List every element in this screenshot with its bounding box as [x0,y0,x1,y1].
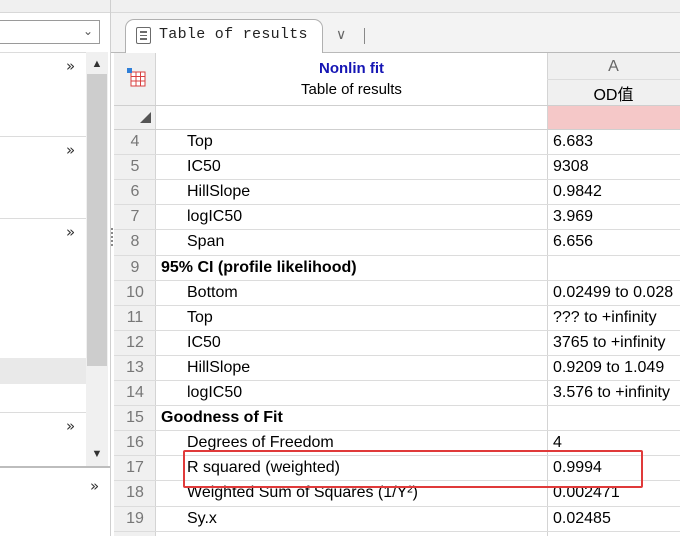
document-icon [136,27,151,44]
row-value[interactable]: 3.576 to +infinity [553,384,670,402]
double-chevron-right-icon[interactable]: » [66,57,75,75]
row-number[interactable]: 11 [114,309,156,327]
row-value[interactable]: 3765 to +infinity [553,334,666,352]
row-label[interactable]: HillSlope [187,359,250,377]
row-number[interactable]: 6 [114,183,156,201]
grid-line [547,79,680,80]
navigator-separator [0,52,86,53]
row-value[interactable]: 0.9209 to 1.049 [553,359,664,377]
row-value[interactable]: 3.969 [553,208,593,226]
row-label[interactable]: Sy.x [187,510,217,528]
column-title[interactable]: OD值 [547,81,680,105]
row-number[interactable]: 10 [114,284,156,302]
row-number[interactable]: 14 [114,384,156,402]
row-value[interactable]: 6.656 [553,233,593,251]
grid-line [114,255,680,256]
title-row [156,105,547,130]
analysis-name: Nonlin fit [319,60,384,77]
row-number[interactable]: 8 [114,233,156,251]
row-number[interactable]: 7 [114,208,156,226]
double-chevron-right-icon[interactable]: » [66,223,75,241]
grid-line [114,405,680,406]
row-number[interactable]: 15 [114,409,156,427]
row-value[interactable]: 0.02499 to 0.028 [553,284,673,302]
row-label[interactable]: logIC50 [187,208,242,226]
row-value[interactable]: 0.9842 [553,183,602,201]
row-label[interactable]: Span [187,233,224,251]
row-label[interactable]: IC50 [187,158,221,176]
scroll-up-arrow-icon[interactable]: ▲ [88,58,106,70]
chevron-down-icon: ⌄ [82,24,93,38]
select-all-corner-handle[interactable] [140,112,151,123]
grid-line [114,129,680,130]
grid-line [114,280,680,281]
row-value[interactable]: 9308 [553,158,589,176]
highlight-annotation-box [183,450,643,488]
row-label[interactable]: Top [187,133,213,151]
row-number[interactable]: 18 [114,484,156,502]
navigator-separator [0,218,86,219]
double-chevron-right-icon[interactable]: » [66,417,75,435]
row-number[interactable]: 5 [114,158,156,176]
section-header[interactable]: Goodness of Fit [161,409,283,427]
results-sheet-icon [127,68,146,87]
navigator-selected-item[interactable] [0,358,86,384]
grid-line [114,105,680,106]
grid-line [114,355,680,356]
grid-line [114,305,680,306]
navigator-toolbar-strip [0,0,110,13]
row-label[interactable]: logIC50 [187,384,242,402]
row-label[interactable]: Bottom [187,284,238,302]
row-value[interactable]: 0.02485 [553,510,611,528]
grid-line [114,229,680,230]
double-chevron-right-icon[interactable]: » [90,477,99,495]
navigator-separator [0,136,86,137]
row-number[interactable]: 4 [114,133,156,151]
chevron-down-icon[interactable]: ∨ [336,27,346,43]
tab-strip-top [111,0,680,13]
tab-divider [364,28,365,44]
row-label[interactable]: HillSlope [187,183,250,201]
section-header[interactable]: 95% CI (profile likelihood) [161,259,357,277]
navigator-dropdown[interactable]: ⌄ [0,20,100,44]
grid-line [114,179,680,180]
row-number[interactable]: 9 [114,259,156,277]
row-label[interactable]: IC50 [187,334,221,352]
analysis-subtitle: Table of results [301,81,402,98]
row-number[interactable]: 17 [114,459,156,477]
row-number[interactable]: 13 [114,359,156,377]
navigator-scrollbar-thumb[interactable] [87,74,107,366]
grid-line [114,531,680,532]
grid-line [114,380,680,381]
scroll-down-arrow-icon[interactable]: ▼ [88,448,106,460]
selected-title-cell[interactable] [548,106,680,129]
grid-line [114,430,680,431]
grid-line [114,154,680,155]
row-number[interactable]: 12 [114,334,156,352]
column-letter: A [608,58,619,75]
row-number[interactable]: 16 [114,434,156,452]
row-number[interactable]: 19 [114,510,156,528]
double-chevron-right-icon[interactable]: » [66,141,75,159]
navigator-separator [0,412,86,413]
grid-line [114,506,680,507]
row-value[interactable]: ??? to +infinity [553,309,657,327]
row-label[interactable]: Top [187,309,213,327]
tab-label: Table of results [159,26,308,43]
grid-line [114,330,680,331]
row-value[interactable]: 6.683 [553,133,593,151]
grid-line [114,204,680,205]
